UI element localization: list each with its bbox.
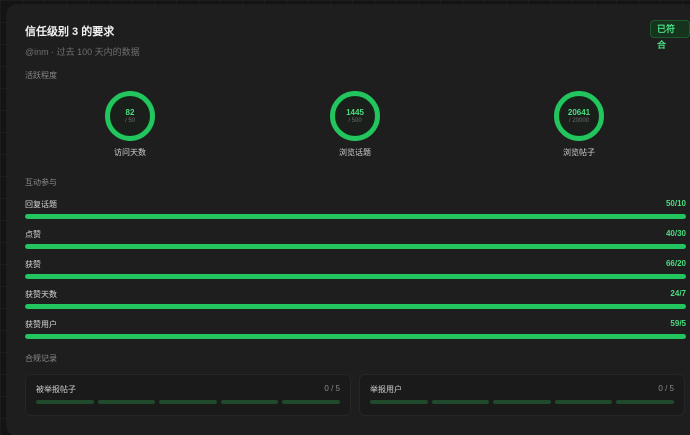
compliance-reported-users: 举报用户 0 / 5 xyxy=(359,374,685,416)
metric-likes-given: 点赞 40/30 xyxy=(25,229,686,249)
progress-fill xyxy=(25,304,686,309)
section-label-compliance: 合规记录 xyxy=(25,354,57,363)
compliance-label: 被举报帖子 xyxy=(36,385,76,394)
meter-segment xyxy=(159,400,217,404)
metric-label: 回复话题 xyxy=(25,200,57,209)
progress-ring: 82 / 50 xyxy=(105,91,155,141)
ring-label: 浏览话题 xyxy=(339,148,371,157)
meter-segment xyxy=(97,400,156,404)
section-label-activity: 活跃程度 xyxy=(25,71,57,80)
card-subtitle: @inm · 过去 100 天内的数据 xyxy=(25,47,140,57)
metric-value: 40/30 xyxy=(665,229,686,238)
meter-segment xyxy=(554,400,613,404)
section-label-engagement: 互动参与 xyxy=(25,178,57,187)
ring-max: / 50 xyxy=(124,117,135,124)
status-badge: 已符合 xyxy=(650,20,690,50)
meter-segment xyxy=(616,400,674,404)
metric-label: 点赞 xyxy=(25,230,41,239)
meter-segment xyxy=(36,400,94,404)
progress-fill xyxy=(25,244,686,249)
ring-posts-viewed: 20641 / 20000 浏览帖子 xyxy=(539,91,619,158)
compliance-count: 0 / 5 xyxy=(324,384,340,393)
progress-track xyxy=(25,274,686,279)
ring-visit-days: 82 / 50 访问天数 xyxy=(90,91,170,158)
meter-segment xyxy=(220,400,279,404)
metric-label: 获赞用户 xyxy=(25,320,57,329)
progress-track xyxy=(25,304,686,309)
ring-label: 访问天数 xyxy=(114,148,146,157)
ring-label: 浏览帖子 xyxy=(563,148,595,157)
segment-meter xyxy=(370,400,674,404)
compliance-label: 举报用户 xyxy=(370,385,402,394)
progress-track xyxy=(25,214,686,219)
metric-value: 66/20 xyxy=(665,259,686,268)
ring-topics-viewed: 1445 / 500 浏览话题 xyxy=(315,91,395,158)
progress-track xyxy=(25,334,686,339)
progress-fill xyxy=(25,334,686,339)
compliance-count: 0 / 5 xyxy=(658,384,674,393)
ring-value: 20641 xyxy=(567,107,591,117)
metric-label: 获赞 xyxy=(25,260,41,269)
compliance-flagged-posts: 被举报帖子 0 / 5 xyxy=(25,374,351,416)
metric-likes-received: 获赞 66/20 xyxy=(25,259,686,279)
metric-value: 50/10 xyxy=(665,199,686,208)
card-title: 信任级别 3 的要求 xyxy=(25,26,115,38)
progress-track xyxy=(25,244,686,249)
metric-reply-topics: 回复话题 50/10 xyxy=(25,199,686,219)
meter-segment xyxy=(493,400,551,404)
meter-segment xyxy=(282,400,340,404)
meter-segment xyxy=(370,400,428,404)
segment-meter xyxy=(36,400,340,404)
metric-label: 获赞天数 xyxy=(25,290,57,299)
ring-max: / 500 xyxy=(348,117,362,124)
metric-value: 59/5 xyxy=(670,319,686,328)
progress-fill xyxy=(25,214,686,219)
metric-liked-users: 获赞用户 59/5 xyxy=(25,319,686,339)
progress-ring: 1445 / 500 xyxy=(330,91,380,141)
progress-fill xyxy=(25,274,686,279)
ring-value: 82 xyxy=(125,107,135,117)
ring-max: / 20000 xyxy=(568,117,590,124)
ring-value: 1445 xyxy=(346,107,364,117)
meter-segment xyxy=(431,400,490,404)
metric-value: 24/7 xyxy=(670,289,686,298)
progress-ring: 20641 / 20000 xyxy=(554,91,604,141)
trust-level-card xyxy=(7,5,690,435)
metric-liked-days: 获赞天数 24/7 xyxy=(25,289,686,309)
